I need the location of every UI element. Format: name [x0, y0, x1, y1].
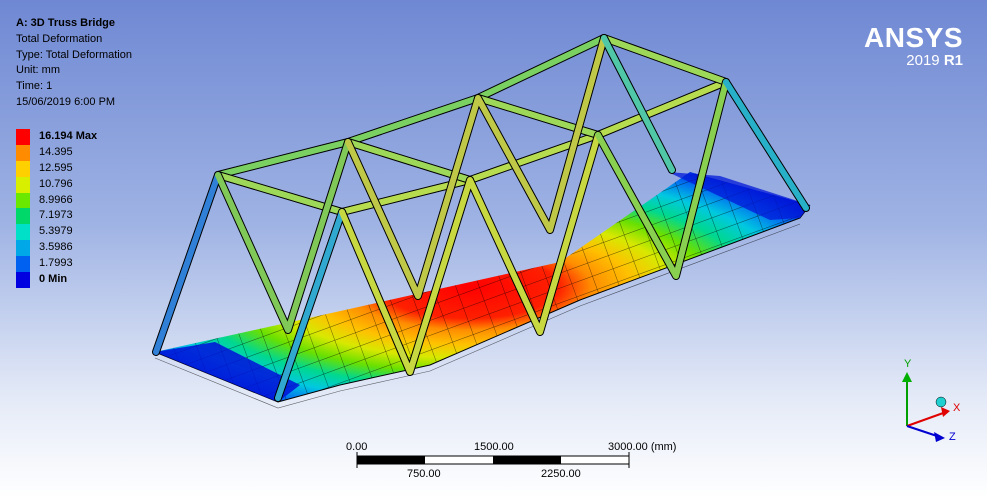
triad-y-label: Y: [904, 358, 912, 370]
triad-z-label: Z: [949, 431, 956, 443]
x-axis-icon: [906, 411, 947, 427]
triad-origin-icon[interactable]: [935, 396, 947, 408]
triad-x-label: X: [953, 402, 961, 414]
axis-triad[interactable]: [0, 0, 987, 498]
